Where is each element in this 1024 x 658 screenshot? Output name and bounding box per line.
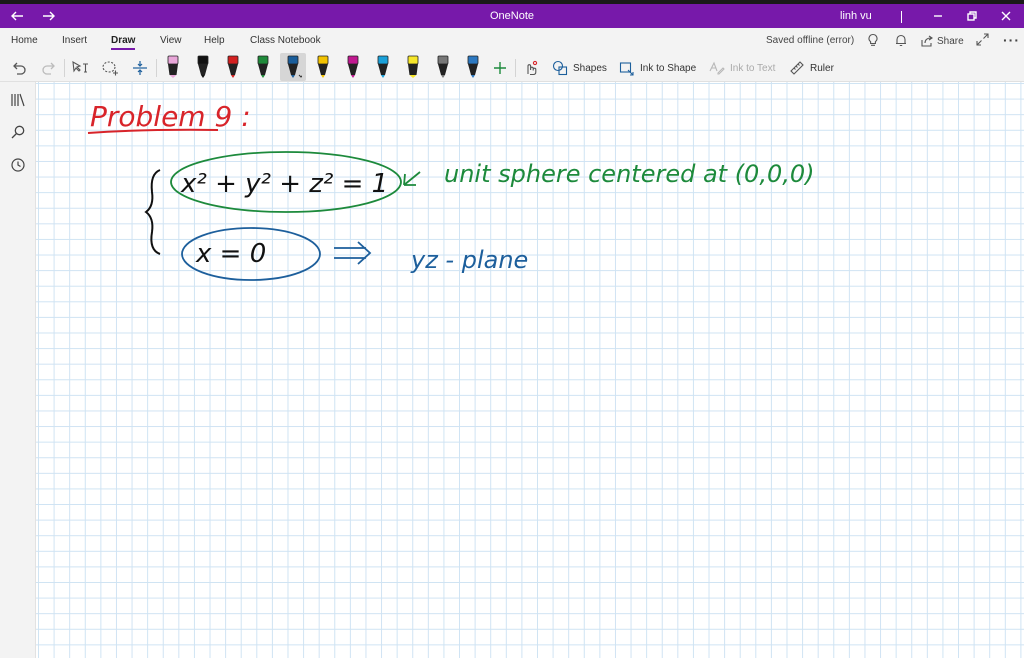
pen-black-icon[interactable] [190,53,216,81]
equation-1-ink: x² + y² + z² = 1 [180,169,388,199]
ruler-icon [790,61,804,75]
restore-icon[interactable] [964,8,980,24]
share-label: Share [937,35,964,47]
touch-draw-icon[interactable] [520,57,542,79]
ink-to-text-label: Ink to Text [730,62,776,74]
shapes-label: Shapes [573,62,607,74]
shapes-icon [552,60,568,76]
heading-ink: Problem 9 : [90,100,251,133]
annotation-arrow-icon [403,171,421,186]
redo-icon[interactable] [38,57,60,79]
pen-yellow-icon[interactable] [310,53,336,81]
ink-to-text-icon [709,61,725,75]
implies-arrow-icon [334,241,372,265]
equation-2-ink: x = 0 [195,239,266,269]
search-icon[interactable] [10,124,26,140]
note-canvas[interactable]: Problem 9 : x² + y² + z² = 1 unit sphere… [36,82,1024,658]
pen-magenta-icon[interactable] [340,53,366,81]
undo-icon[interactable] [8,57,30,79]
ribbon-divider [156,59,157,77]
note-2-ink: yz - plane [410,246,528,274]
notebooks-icon[interactable] [10,92,26,108]
navigation-rail [0,82,36,658]
pen-pink-highlighter-icon[interactable] [160,53,186,81]
more-options-icon[interactable]: ··· [1003,32,1020,48]
tab-help[interactable]: Help [204,35,225,46]
pen-dark-blue-icon[interactable] [460,53,486,81]
active-tab-indicator [111,48,135,50]
lightbulb-icon[interactable] [866,33,880,47]
tab-view[interactable]: View [160,35,182,46]
draw-ribbon: Shapes Ink to Shape Ink to Text Ruler [0,53,1024,82]
add-space-icon[interactable] [128,57,152,79]
shapes-button[interactable]: Shapes [552,57,607,79]
ruler-label: Ruler [810,62,834,74]
close-icon[interactable] [998,8,1014,24]
tab-insert[interactable]: Insert [62,35,87,46]
type-select-icon[interactable] [68,57,92,79]
minimize-icon[interactable] [930,8,946,24]
title-bar: OneNote linh vu [0,4,1024,28]
sync-status[interactable]: Saved offline (error) [766,35,854,46]
tab-draw[interactable]: Draw [111,35,135,46]
pen-green-icon[interactable] [250,53,276,81]
user-name[interactable]: linh vu [840,10,872,22]
pen-cyan-icon[interactable] [370,53,396,81]
system-brace [144,169,161,255]
tab-home[interactable]: Home [11,35,38,46]
titlebar-divider [901,11,902,23]
pen-gray-icon[interactable] [430,53,456,81]
add-pen-icon[interactable] [490,57,510,79]
expand-icon[interactable] [976,33,989,46]
ink-to-shape-icon [619,62,634,76]
note-1-ink: unit sphere centered at (0,0,0) [444,160,815,188]
pen-blue-selected-icon[interactable] [280,53,306,81]
lasso-select-icon[interactable] [98,57,122,79]
tab-class-notebook[interactable]: Class Notebook [250,35,321,46]
ribbon-divider [515,59,516,77]
ink-to-shape-label: Ink to Shape [640,62,697,74]
highlighter-yellow-icon[interactable] [400,53,426,81]
share-button[interactable]: Share [921,35,964,47]
ribbon-divider [64,59,65,77]
recent-notes-icon[interactable] [10,157,26,173]
ink-to-text-button[interactable]: Ink to Text [709,57,775,79]
ink-to-shape-button[interactable]: Ink to Shape [619,57,696,79]
bell-icon[interactable] [894,33,908,47]
ink-layer: Problem 9 : x² + y² + z² = 1 unit sphere… [87,100,815,281]
ruler-button[interactable]: Ruler [789,57,834,79]
pen-red-icon[interactable] [220,53,246,81]
share-icon [921,35,933,47]
